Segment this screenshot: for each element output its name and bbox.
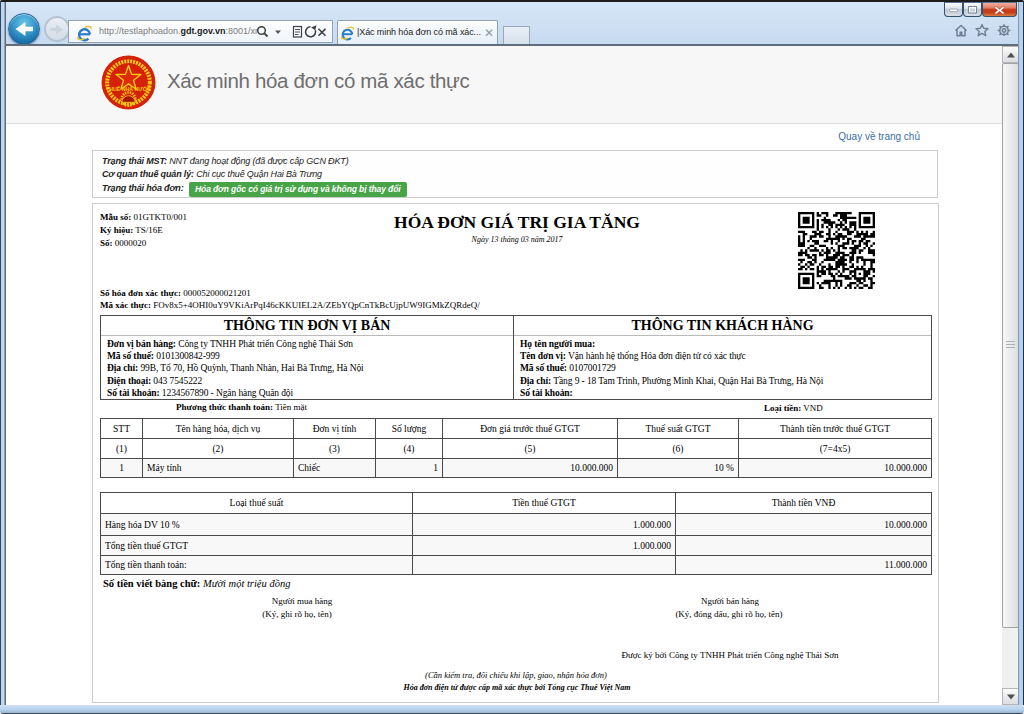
svg-text:THUẾ NHÀ NƯỚC: THUẾ NHÀ NƯỚC: [106, 85, 151, 92]
